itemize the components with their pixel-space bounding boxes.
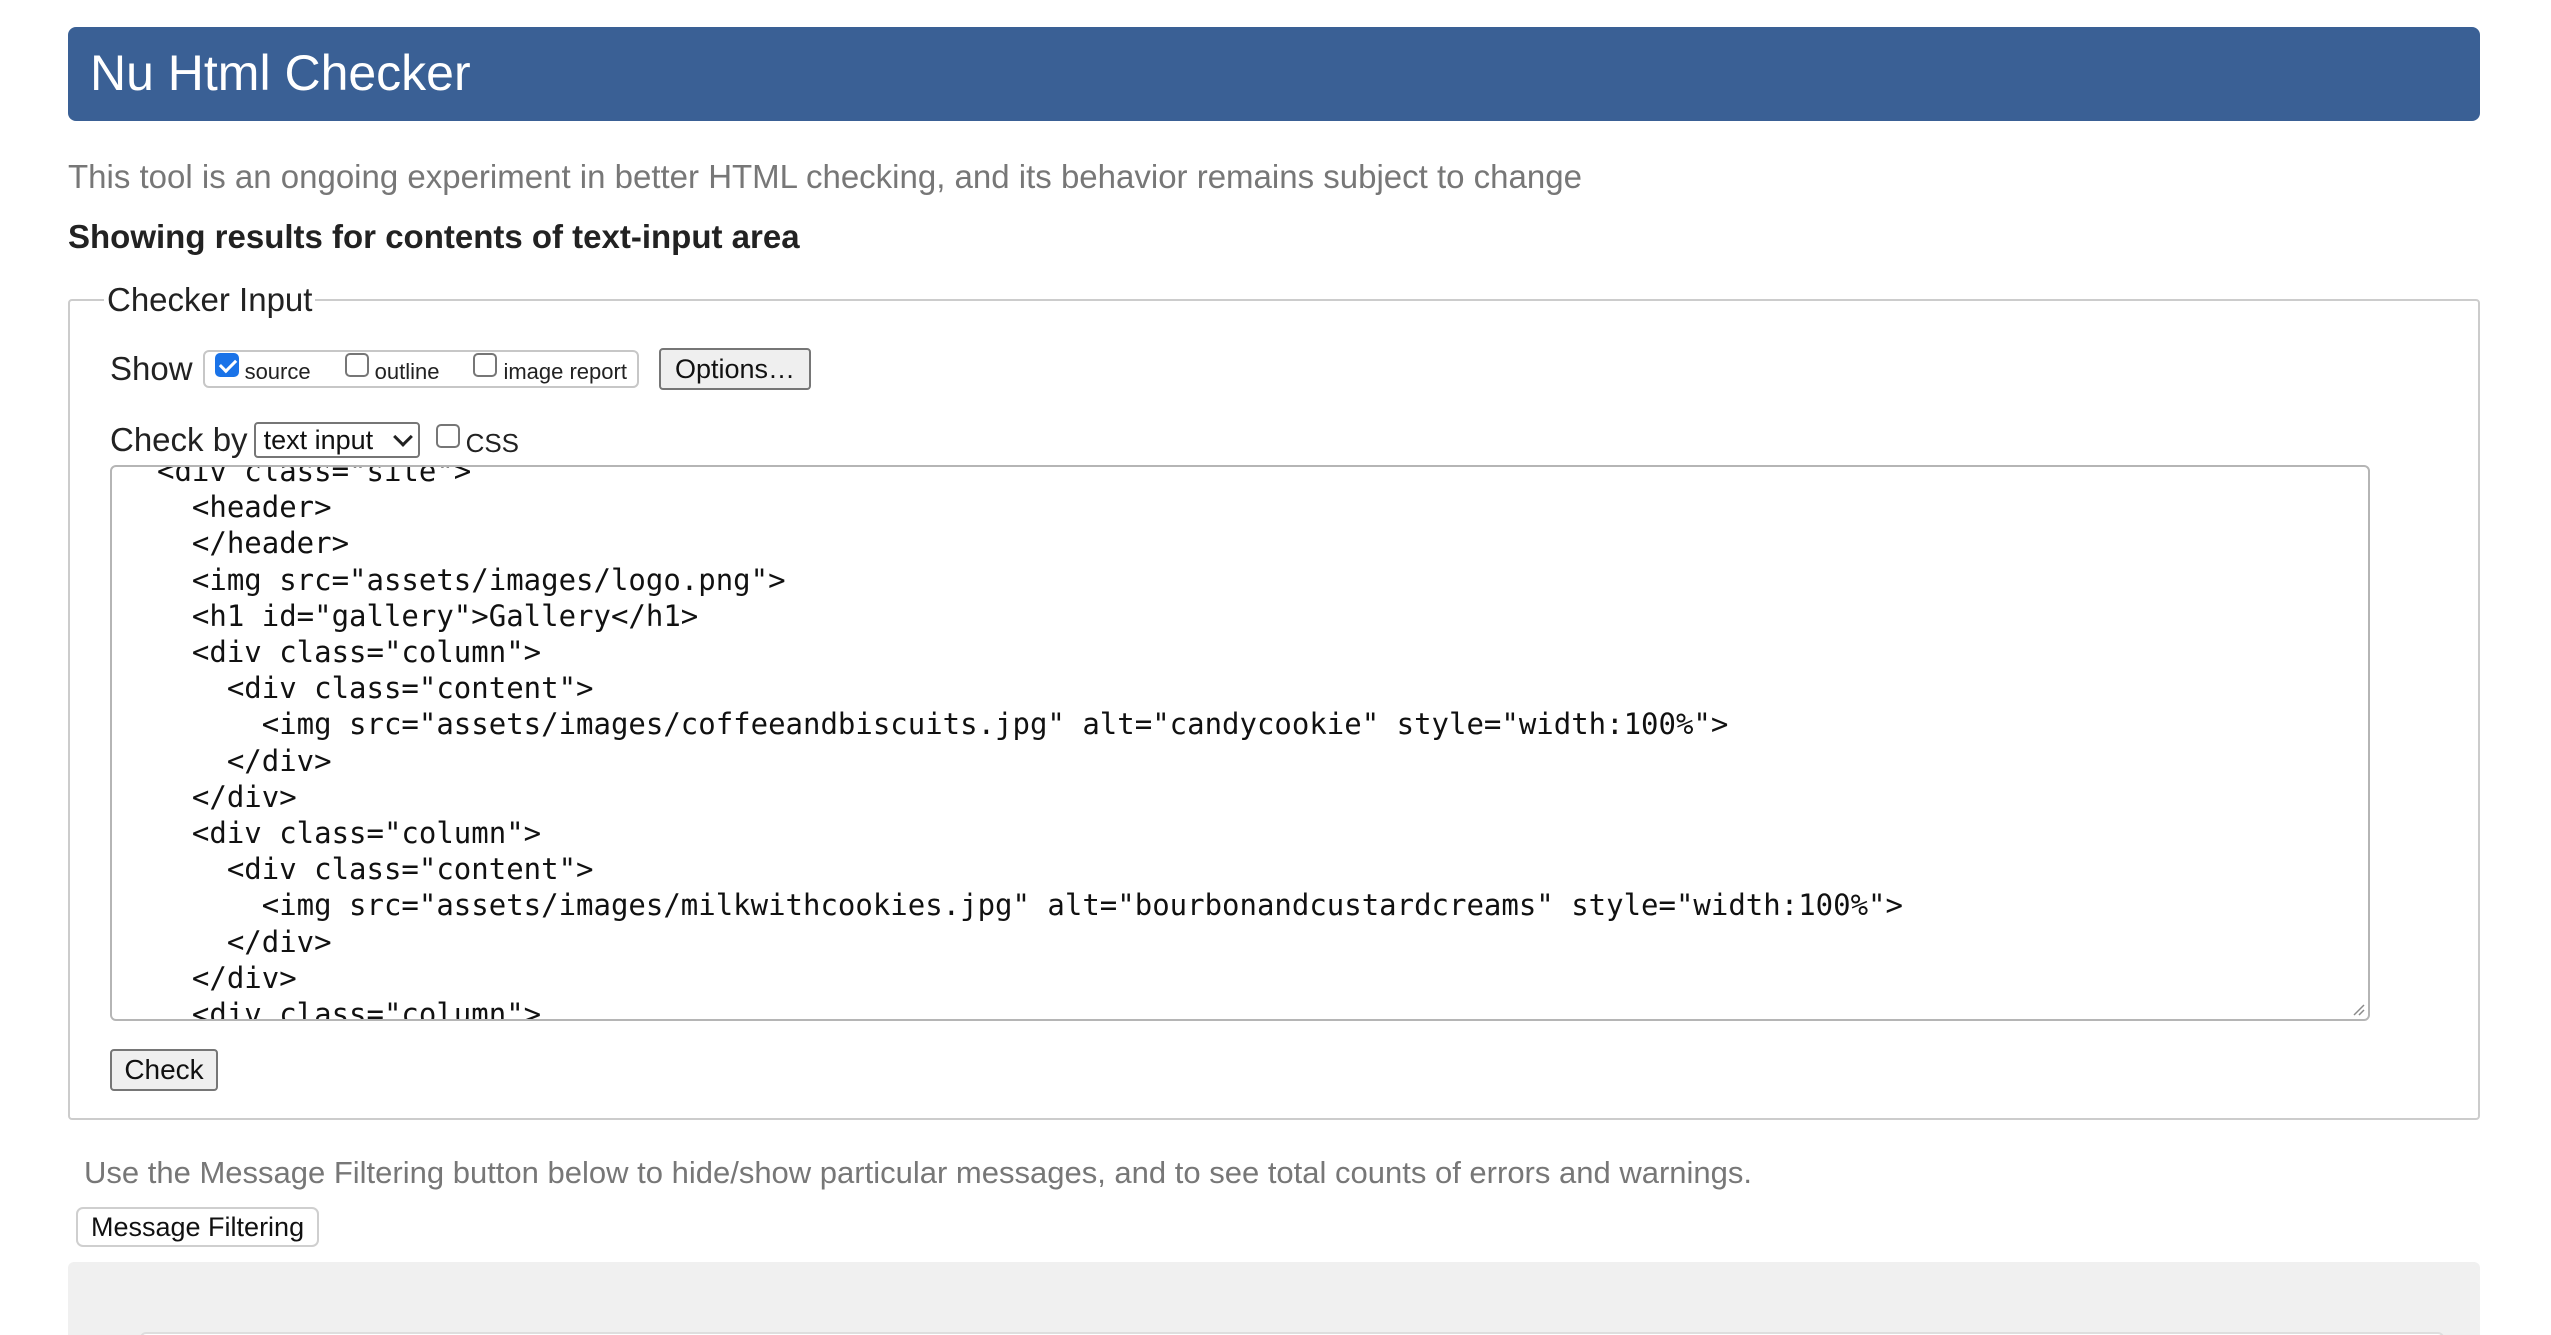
page-title: Nu Html Checker [90, 45, 471, 101]
page: Nu Html Checker This tool is an ongoing … [0, 0, 2551, 1335]
show-image-report-option[interactable]: image report [473, 353, 627, 384]
show-source-option[interactable]: source [214, 353, 311, 384]
show-outline-option[interactable]: outline [344, 353, 440, 384]
chevron-down-icon [392, 427, 413, 447]
results-panel [68, 1262, 2480, 1335]
message-filtering-hint: Use the Message Filtering button below t… [84, 1155, 1753, 1190]
show-label: Show [110, 350, 193, 387]
source-line: <header> [157, 490, 332, 525]
css-option[interactable]: CSS [435, 424, 520, 458]
show-source-checkbox[interactable] [214, 353, 239, 377]
source-line: <div class="content"> [157, 852, 594, 887]
source-code: <div class="site"> <header> </header> <i… [157, 465, 1903, 1021]
source-line: <div class="content"> [157, 671, 594, 706]
results-heading: Showing results for contents of text-inp… [68, 218, 800, 255]
source-line: </div> [157, 779, 297, 814]
show-outline-checkbox[interactable] [344, 353, 369, 377]
show-image-report-checkbox[interactable] [473, 353, 498, 377]
source-line: <img src="assets/images/coffeeandbiscuit… [157, 707, 1729, 742]
show-source-label: source [244, 359, 311, 384]
source-line: </div> [157, 743, 332, 778]
source-line: <div class="column"> [157, 997, 542, 1021]
css-checkbox[interactable] [435, 424, 460, 448]
check-by-select[interactable]: text input [253, 422, 420, 458]
source-line: </header> [157, 526, 350, 561]
show-outline-label: outline [374, 359, 440, 384]
check-by-row: Check by text input CSS [110, 418, 519, 462]
show-options-group: source outline image report [202, 350, 639, 388]
show-row: Show source outline image report Options… [110, 348, 812, 390]
source-line: <div class="column"> [157, 816, 542, 851]
source-line: <img src="assets/images/milkwithcookies.… [157, 888, 1903, 923]
source-line: <div class="site"> [157, 465, 472, 488]
resize-grip-icon[interactable] [2351, 1002, 2365, 1016]
check-button[interactable]: Check [110, 1049, 218, 1091]
source-line: <img src="assets/images/logo.png"> [157, 562, 786, 597]
source-line: <div class="column"> [157, 635, 542, 670]
message-filtering-button[interactable]: Message Filtering [76, 1207, 320, 1247]
options-button[interactable]: Options… [658, 348, 812, 390]
css-label: CSS [465, 427, 520, 458]
tagline: This tool is an ongoing experiment in be… [68, 158, 1582, 195]
source-line: <h1 id="gallery">Gallery</h1> [157, 598, 699, 633]
checker-input-legend: Checker Input [107, 281, 313, 318]
check-by-selected-value: text input [263, 424, 374, 455]
source-line: </div> [157, 924, 332, 959]
check-by-label: Check by [110, 421, 248, 458]
header-bar: Nu Html Checker [68, 27, 2480, 121]
source-textarea[interactable]: <div class="site"> <header> </header> <i… [110, 465, 2370, 1021]
source-line: </div> [157, 960, 297, 995]
show-image-report-label: image report [503, 359, 627, 384]
